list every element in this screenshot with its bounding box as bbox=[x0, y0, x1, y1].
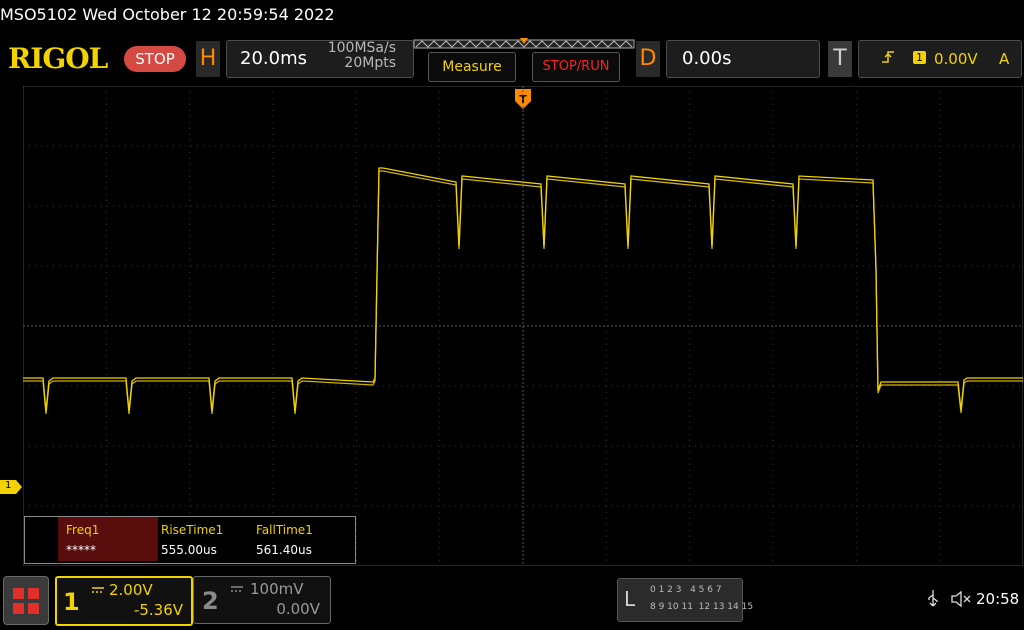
measurement-risetime[interactable]: RiseTime1 555.00us bbox=[153, 517, 249, 561]
channel-1-number: 1 bbox=[63, 588, 80, 616]
dc-coupling-icon bbox=[92, 587, 104, 593]
measurement-freq[interactable]: Freq1 ***** bbox=[58, 517, 158, 561]
channel-1-offset: -5.36V bbox=[133, 601, 183, 619]
measurement-panel[interactable]: Freq1 ***** RiseTime1 555.00us FallTime1… bbox=[24, 516, 356, 564]
delay-menu-button[interactable]: D bbox=[636, 41, 660, 77]
measurement-name: RiseTime1 bbox=[161, 523, 224, 537]
run-status-button[interactable]: STOP bbox=[124, 46, 186, 72]
trigger-source-badge: 1 bbox=[913, 51, 926, 64]
logic-channels-row2: 8 9 10 11 12 13 14 15 bbox=[650, 602, 754, 612]
logic-letter: L bbox=[624, 587, 636, 611]
system-clock: 20:58 bbox=[976, 590, 1020, 608]
logic-channels-row1: 0 1 2 3 4 5 6 7 bbox=[650, 585, 722, 595]
timebase-value: 20.0ms bbox=[240, 48, 307, 69]
logic-analyzer-panel[interactable]: L 0 1 2 3 4 5 6 7 8 9 10 11 12 13 14 15 bbox=[617, 578, 753, 622]
horizontal-menu-button[interactable]: H bbox=[196, 41, 220, 77]
mute-speaker-icon[interactable] bbox=[950, 590, 972, 608]
channel-2-panel[interactable]: 2 100mV 0.00V bbox=[193, 576, 331, 624]
usb-icon bbox=[928, 590, 938, 607]
channel-2-scale: 100mV bbox=[250, 580, 304, 598]
rising-edge-icon bbox=[882, 51, 894, 63]
channel-2-number: 2 bbox=[202, 587, 219, 615]
trigger-level: 0.00V bbox=[934, 50, 978, 68]
ch1-ground-marker[interactable] bbox=[0, 480, 24, 494]
trigger-mode: A bbox=[999, 50, 1010, 68]
channel-2-offset: 0.00V bbox=[276, 600, 320, 618]
measure-button[interactable]: Measure bbox=[428, 52, 516, 82]
measurement-value: 561.40us bbox=[256, 543, 312, 557]
channel-1-scale: 2.00V bbox=[109, 581, 153, 599]
ch1-marker-label: 1 bbox=[5, 480, 12, 491]
measurement-value: 555.00us bbox=[161, 543, 217, 557]
main-menu-button[interactable] bbox=[3, 576, 49, 625]
memory-depth: 20Mpts bbox=[344, 55, 396, 71]
trigger-menu-button[interactable]: T bbox=[828, 41, 852, 77]
memory-overview-bar[interactable] bbox=[412, 38, 636, 52]
waveform-display[interactable] bbox=[23, 86, 1023, 566]
rigol-logo: RIGOL bbox=[8, 42, 108, 75]
dc-coupling-icon bbox=[231, 586, 243, 592]
delay-value: 0.00s bbox=[682, 48, 732, 69]
measurement-value: ***** bbox=[66, 543, 96, 557]
grid-menu-icon bbox=[13, 588, 39, 614]
measurement-falltime[interactable]: FallTime1 561.40us bbox=[248, 517, 344, 561]
measurement-name: Freq1 bbox=[66, 523, 100, 537]
acquisition-info: 100MSa/s 20Mpts bbox=[300, 41, 396, 71]
grid-lines bbox=[23, 86, 1023, 566]
stop-run-button[interactable]: STOP/RUN bbox=[532, 52, 620, 82]
channel-1-panel[interactable]: 1 2.00V -5.36V bbox=[55, 576, 193, 626]
sample-rate: 100MSa/s bbox=[327, 40, 396, 56]
measurement-name: FallTime1 bbox=[256, 523, 313, 537]
model-datetime: MSO5102 Wed October 12 20:59:54 2022 bbox=[0, 5, 335, 24]
